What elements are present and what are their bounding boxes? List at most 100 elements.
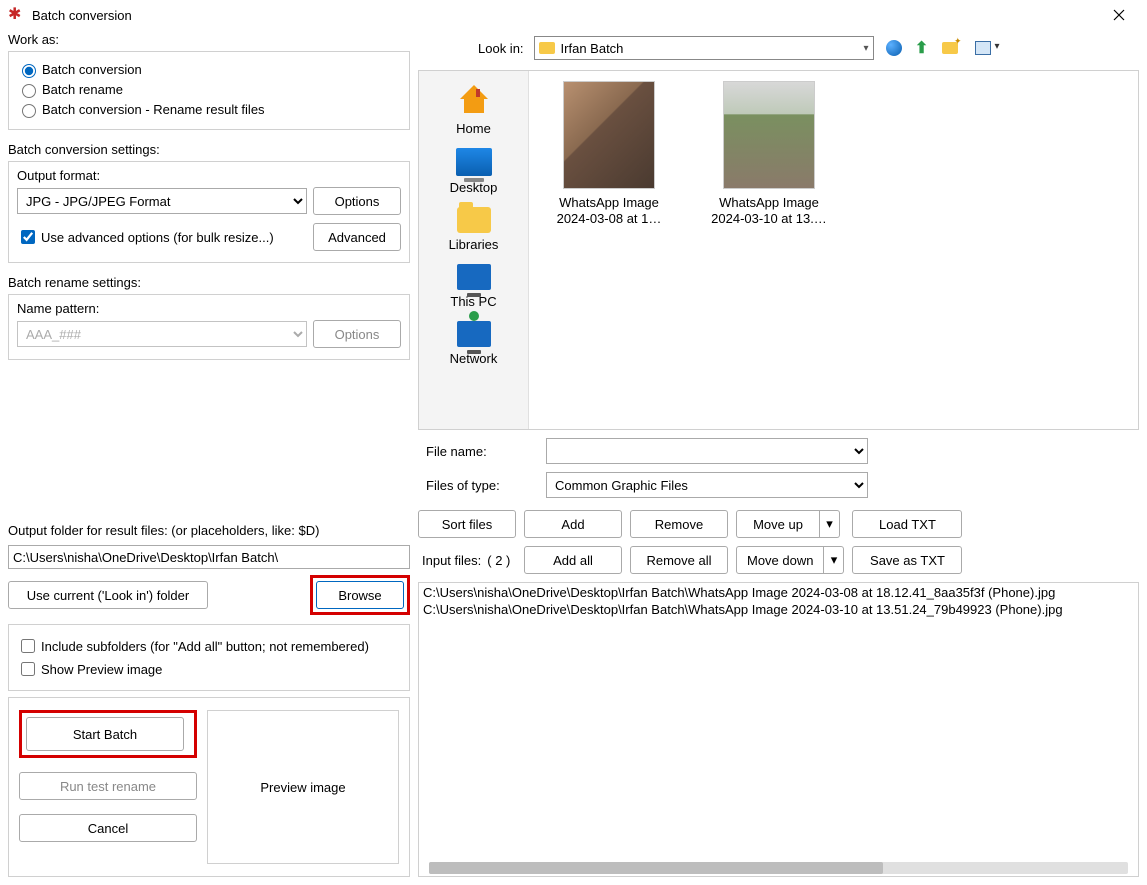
libraries-icon (457, 207, 491, 233)
places-bar: Home Desktop Libraries This PC Network (419, 71, 529, 429)
close-icon (1113, 9, 1125, 21)
rename-settings-group: Name pattern: AAA_### Options (8, 294, 410, 360)
cancel-button[interactable]: Cancel (19, 814, 197, 842)
file-thumbnail[interactable]: WhatsApp Image 2024-03-10 at 13.… (699, 81, 839, 228)
go-to-web-icon[interactable] (884, 38, 904, 58)
browse-button[interactable]: Browse (316, 581, 404, 609)
titlebar: ✱ Batch conversion (0, 0, 1147, 30)
radio-batch-conv-rename[interactable] (22, 104, 36, 118)
file-thumbnail[interactable]: WhatsApp Image 2024-03-08 at 1… (539, 81, 679, 228)
action-group: Start Batch Run test rename Cancel Previ… (8, 697, 410, 877)
move-up-button[interactable]: Move up (736, 510, 820, 538)
desktop-icon (456, 148, 492, 176)
chevron-down-icon: ▾ (826, 516, 833, 532)
include-subfolders-checkbox[interactable] (21, 639, 35, 653)
look-in-select[interactable]: Irfan Batch ▾ (534, 36, 874, 60)
output-folder-input[interactable] (8, 545, 410, 569)
radio-label: Batch conversion - Rename result files (42, 102, 265, 117)
list-item[interactable]: C:\Users\nisha\OneDrive\Desktop\Irfan Ba… (423, 585, 1134, 602)
conv-settings-group: Output format: JPG - JPG/JPEG Format Opt… (8, 161, 410, 263)
new-folder-button[interactable] (940, 38, 960, 58)
radio-label: Batch rename (42, 82, 123, 97)
use-current-folder-button[interactable]: Use current ('Look in') folder (8, 581, 208, 609)
preview-label: Preview image (260, 780, 345, 795)
format-options-button[interactable]: Options (313, 187, 401, 215)
list-item[interactable]: C:\Users\nisha\OneDrive\Desktop\Irfan Ba… (423, 602, 1134, 619)
name-pattern-select: AAA_### (17, 321, 307, 347)
look-in-value: Irfan Batch (561, 41, 624, 56)
sort-files-button[interactable]: Sort files (418, 510, 516, 538)
file-name-input[interactable] (546, 438, 868, 464)
load-txt-button[interactable]: Load TXT (852, 510, 962, 538)
list-controls: Sort files Input files: ( 2 ) Add Add al… (418, 510, 1139, 574)
look-in-label: Look in: (478, 41, 524, 56)
files-of-type-select[interactable]: Common Graphic Files (546, 472, 868, 498)
advanced-options-checkbox[interactable] (21, 230, 35, 244)
show-preview-checkbox[interactable] (21, 662, 35, 676)
advanced-options-label: Use advanced options (for bulk resize...… (41, 230, 274, 245)
move-down-menu[interactable]: ▾ (824, 546, 844, 574)
file-area[interactable]: WhatsApp Image 2024-03-08 at 1… WhatsApp… (529, 71, 1138, 429)
add-all-button[interactable]: Add all (524, 546, 622, 574)
include-subfolders-label: Include subfolders (for "Add all" button… (41, 639, 369, 654)
pc-icon (457, 264, 491, 290)
window-title: Batch conversion (32, 8, 1099, 23)
show-preview-label: Show Preview image (41, 662, 162, 677)
run-test-rename-button: Run test rename (19, 772, 197, 800)
scrollbar-thumb[interactable] (429, 862, 883, 874)
file-name-label: File name: (418, 444, 538, 459)
place-home[interactable]: Home (419, 81, 528, 136)
highlight-start: Start Batch (19, 710, 197, 758)
place-network[interactable]: Network (419, 321, 528, 366)
files-of-type-label: Files of type: (418, 478, 538, 493)
new-folder-icon (942, 42, 958, 54)
place-this-pc[interactable]: This PC (419, 264, 528, 309)
radio-batch-rename[interactable] (22, 84, 36, 98)
horizontal-scrollbar[interactable] (429, 862, 1128, 874)
chevron-down-icon: ▾ (831, 552, 838, 568)
close-button[interactable] (1099, 1, 1139, 29)
view-menu-button[interactable] (968, 38, 998, 58)
add-button[interactable]: Add (524, 510, 622, 538)
rename-options-button: Options (313, 320, 401, 348)
misc-options-group: Include subfolders (for "Add all" button… (8, 624, 410, 691)
move-down-button[interactable]: Move down (736, 546, 824, 574)
output-format-select[interactable]: JPG - JPG/JPEG Format (17, 188, 307, 214)
start-batch-button[interactable]: Start Batch (26, 717, 184, 751)
advanced-button[interactable]: Advanced (313, 223, 401, 251)
globe-icon (886, 40, 902, 56)
remove-button[interactable]: Remove (630, 510, 728, 538)
file-name: WhatsApp Image 2024-03-10 at 13.… (704, 195, 834, 228)
input-files-label: Input files: (422, 553, 481, 568)
view-icon (975, 41, 991, 55)
up-arrow-icon: ⬆ (915, 38, 928, 58)
preview-pane: Preview image (207, 710, 399, 864)
thumbnail-image (563, 81, 655, 189)
rename-settings-label: Batch rename settings: (8, 275, 410, 290)
radio-label: Batch conversion (42, 62, 142, 77)
place-label: Desktop (450, 180, 498, 195)
file-name: WhatsApp Image 2024-03-08 at 1… (544, 195, 674, 228)
place-label: Home (456, 121, 491, 136)
place-libraries[interactable]: Libraries (419, 207, 528, 252)
save-txt-button[interactable]: Save as TXT (852, 546, 962, 574)
move-up-menu[interactable]: ▾ (820, 510, 840, 538)
place-desktop[interactable]: Desktop (419, 148, 528, 195)
folder-icon (539, 42, 555, 54)
input-files-count: ( 2 ) (487, 553, 510, 568)
name-pattern-label: Name pattern: (17, 301, 401, 316)
chevron-down-icon: ▾ (864, 43, 869, 54)
input-files-list[interactable]: C:\Users\nisha\OneDrive\Desktop\Irfan Ba… (418, 582, 1139, 877)
thumbnail-image (723, 81, 815, 189)
network-icon (457, 321, 491, 347)
highlight-browse: Browse (310, 575, 410, 615)
up-one-level-button[interactable]: ⬆ (912, 38, 932, 58)
app-icon: ✱ (8, 7, 24, 23)
work-as-group: Batch conversion Batch rename Batch conv… (8, 51, 410, 130)
output-format-label: Output format: (17, 168, 401, 183)
remove-all-button[interactable]: Remove all (630, 546, 728, 574)
radio-batch-conversion[interactable] (22, 64, 36, 78)
work-as-label: Work as: (8, 32, 410, 47)
conv-settings-label: Batch conversion settings: (8, 142, 410, 157)
home-icon (456, 81, 492, 117)
